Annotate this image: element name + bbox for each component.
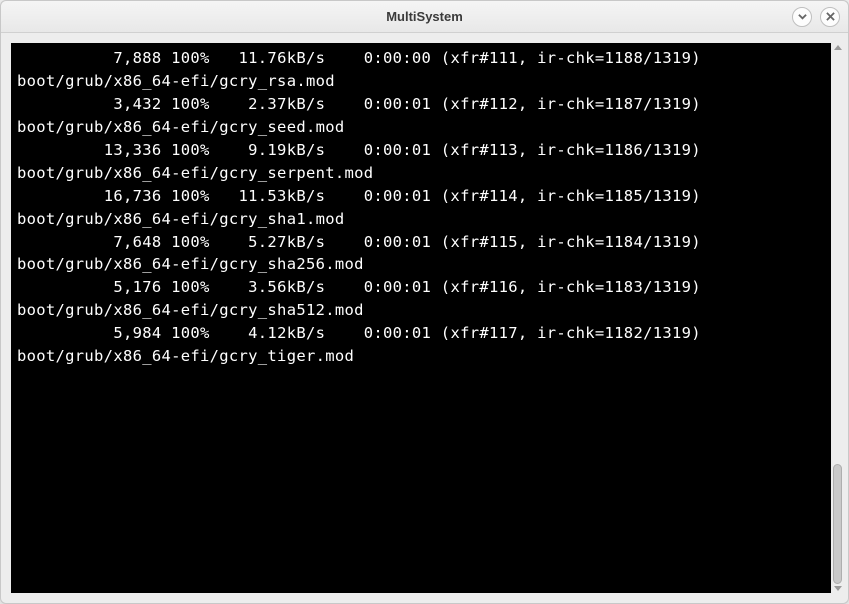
terminal-frame: 7,888 100% 11.76kB/s 0:00:00 (xfr#111, i… — [1, 33, 848, 603]
chevron-down-icon — [798, 12, 807, 21]
close-icon — [826, 12, 835, 21]
app-window: MultiSystem 7,888 100% 11.76kB/s 0:00:00… — [0, 0, 849, 604]
window-controls — [792, 7, 840, 27]
titlebar[interactable]: MultiSystem — [1, 1, 848, 33]
scroll-down-arrow-icon[interactable] — [834, 586, 842, 591]
scroll-track[interactable] — [832, 52, 843, 584]
close-button[interactable] — [820, 7, 840, 27]
vertical-scrollbar[interactable] — [831, 43, 844, 593]
scroll-thumb[interactable] — [833, 464, 842, 584]
minimize-button[interactable] — [792, 7, 812, 27]
window-title: MultiSystem — [386, 9, 463, 24]
terminal-output[interactable]: 7,888 100% 11.76kB/s 0:00:00 (xfr#111, i… — [11, 43, 831, 593]
scroll-up-arrow-icon[interactable] — [834, 45, 842, 50]
